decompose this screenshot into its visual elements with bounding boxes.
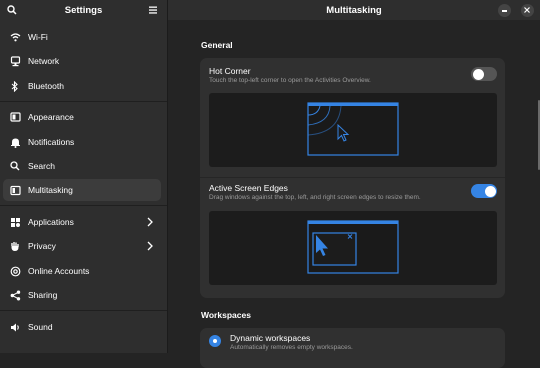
active-edges-preview <box>209 211 497 285</box>
hand-icon <box>9 240 21 252</box>
sidebar-item-label: Privacy <box>28 241 56 251</box>
page-title: Multitasking <box>326 4 382 16</box>
sidebar-item-wifi[interactable]: Wi-Fi <box>3 26 161 48</box>
sidebar-item-privacy[interactable]: Privacy <box>3 235 161 257</box>
sidebar-item-bluetooth[interactable]: Bluetooth <box>3 75 161 97</box>
sidebar-divider <box>0 101 167 102</box>
workspaces-section-title: Workspaces <box>201 310 251 320</box>
sidebar-item-notifications[interactable]: Notifications <box>3 131 161 153</box>
sidebar-item-label: Online Accounts <box>28 266 90 276</box>
sidebar-title: Settings <box>64 4 103 16</box>
network-icon <box>9 55 21 67</box>
dynamic-workspaces-subtitle: Automatically removes empty workspaces. <box>230 344 353 351</box>
sidebar-item-appearance[interactable]: Appearance <box>3 106 161 128</box>
bluetooth-icon <box>9 80 21 92</box>
hot-corner-subtitle: Touch the top-left corner to open the Ac… <box>209 77 371 84</box>
sidebar-item-label: Search <box>28 161 55 171</box>
sidebar-divider <box>0 205 167 206</box>
hot-corner-preview <box>209 93 497 167</box>
menu-button[interactable] <box>143 0 163 20</box>
main-scrollbar[interactable] <box>538 100 540 170</box>
hot-corner-title: Hot Corner <box>209 66 251 76</box>
apps-icon <box>9 216 21 228</box>
sidebar-item-sharing[interactable]: Sharing <box>3 284 161 306</box>
general-section-title: General <box>201 40 233 50</box>
multitasking-icon <box>9 184 21 196</box>
sidebar-item-search[interactable]: Search <box>3 155 161 177</box>
sidebar-header: Settings <box>0 0 167 20</box>
at-icon <box>9 265 21 277</box>
sidebar-item-label: Multitasking <box>28 185 73 195</box>
card-divider <box>200 177 505 178</box>
main-header: Multitasking <box>168 0 540 20</box>
active-edges-switch[interactable] <box>471 184 497 198</box>
minimize-icon <box>497 3 511 17</box>
sidebar-item-sound[interactable]: Sound <box>3 316 161 338</box>
sidebar-item-label: Applications <box>28 217 74 227</box>
sidebar-item-label: Notifications <box>28 137 75 147</box>
dynamic-workspaces-radio[interactable] <box>209 335 221 347</box>
speaker-icon <box>9 321 21 333</box>
sidebar-item-label: Sound <box>28 322 53 332</box>
chevron-right-icon <box>147 217 153 227</box>
active-edges-illustration <box>307 220 399 274</box>
chevron-right-icon <box>147 241 153 251</box>
sidebar-item-label: Network <box>28 56 60 66</box>
bell-icon <box>9 136 21 148</box>
active-edges-title: Active Screen Edges <box>209 183 288 193</box>
share-icon <box>9 289 21 301</box>
active-edges-subtitle: Drag windows against the top, left, and … <box>209 194 421 201</box>
close-icon <box>520 3 534 17</box>
wifi-icon <box>9 31 21 43</box>
appearance-icon <box>9 111 21 123</box>
sidebar-item-label: Wi-Fi <box>28 32 48 42</box>
hot-corner-illustration <box>307 102 399 156</box>
radio-dot <box>213 339 217 343</box>
sidebar-item-multitasking[interactable]: Multitasking <box>3 179 161 201</box>
hot-corner-switch[interactable] <box>471 67 497 81</box>
close-button[interactable] <box>517 0 537 20</box>
sidebar-item-label: Sharing <box>28 290 58 300</box>
sidebar-item-applications[interactable]: Applications <box>3 211 161 233</box>
dynamic-workspaces-title: Dynamic workspaces <box>230 333 311 343</box>
sidebar-item-network[interactable]: Network <box>3 50 161 72</box>
switch-knob <box>484 185 496 197</box>
sidebar-item-label: Appearance <box>28 112 74 122</box>
minimize-button[interactable] <box>494 0 514 20</box>
sidebar: Settings Wi-Fi Network Bluetooth Appeara… <box>0 0 168 353</box>
search-icon <box>9 160 21 172</box>
sidebar-item-online-accounts[interactable]: Online Accounts <box>3 260 161 282</box>
hamburger-menu-icon <box>149 6 157 14</box>
sidebar-item-label: Bluetooth <box>28 81 64 91</box>
switch-knob <box>472 68 484 80</box>
sidebar-divider <box>0 310 167 311</box>
